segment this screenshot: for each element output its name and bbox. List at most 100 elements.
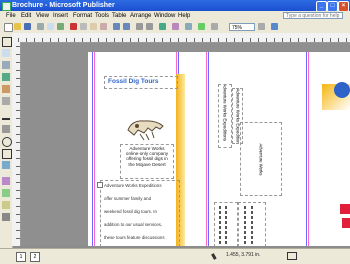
- ruler-tick: [250, 38, 251, 42]
- insert-hyperlink-icon[interactable]: [159, 23, 166, 30]
- ruler-tick: [130, 38, 131, 42]
- print-icon[interactable]: [37, 23, 44, 30]
- menu-insert[interactable]: Insert: [53, 12, 68, 20]
- hot-spot-icon[interactable]: [2, 177, 10, 185]
- wordart-icon[interactable]: [2, 73, 10, 81]
- body-line: offer summer family and: [104, 196, 152, 201]
- horizontal-ruler[interactable]: [12, 33, 350, 43]
- ruler-tick: [16, 238, 20, 239]
- text-overflow-indicator[interactable]: [97, 182, 103, 188]
- html-fragment-icon[interactable]: [2, 201, 10, 209]
- ruler-tick: [16, 158, 20, 159]
- form-control-icon[interactable]: [2, 189, 10, 197]
- ruler-tick: [170, 38, 171, 42]
- columns-icon[interactable]: [172, 23, 179, 30]
- ruler-tick: [258, 38, 259, 42]
- print-preview-icon[interactable]: [47, 23, 54, 30]
- page-1-button[interactable]: 1: [16, 252, 26, 262]
- picture-frame-icon[interactable]: [2, 85, 10, 93]
- help-search-input[interactable]: Type a question for help: [283, 12, 343, 19]
- rotated-text: Adventure Works Expeditions: [222, 84, 228, 142]
- document-workspace[interactable]: Fossil Dig Tours Adventure Works online-…: [21, 43, 350, 246]
- menu-format[interactable]: Format: [73, 12, 92, 20]
- ruler-tick: [16, 62, 20, 63]
- ruler-tick: [242, 38, 243, 42]
- paste-icon[interactable]: [90, 23, 97, 30]
- line-icon[interactable]: [2, 113, 10, 120]
- cut-icon[interactable]: [70, 23, 77, 30]
- ruler-tick: [34, 38, 35, 42]
- ruler-tick: [16, 190, 20, 191]
- menu-tools[interactable]: Tools: [95, 12, 109, 20]
- address-frame[interactable]: Adventure Works: [240, 122, 282, 196]
- clip-art-icon[interactable]: [2, 97, 10, 105]
- design-gallery-icon[interactable]: [2, 213, 10, 221]
- heading-frame[interactable]: Fossil Dig Tours: [104, 76, 178, 89]
- open-icon[interactable]: [14, 23, 21, 30]
- margin-guide: [92, 52, 93, 246]
- menu-view[interactable]: View: [36, 12, 49, 20]
- spelling-icon[interactable]: [57, 23, 64, 30]
- select-pointer-icon[interactable]: [2, 37, 12, 47]
- ruler-tick: [16, 198, 20, 199]
- ruler-tick: [282, 38, 283, 42]
- menu-arrange[interactable]: Arrange: [130, 12, 151, 20]
- rotated-text-frame[interactable]: Adventure Works Expeditions: [218, 84, 232, 148]
- cover-artwork[interactable]: [322, 82, 350, 110]
- send-to-back-icon[interactable]: [146, 23, 153, 30]
- help-icon[interactable]: [271, 23, 278, 30]
- cursor-position: 1.455, 3.791 in.: [226, 252, 261, 258]
- ruler-tick: [16, 150, 20, 151]
- undo-icon[interactable]: [113, 23, 120, 30]
- ruler-tick: [234, 38, 235, 42]
- ruler-tick: [90, 38, 91, 42]
- title-bar: Brochure - Microsoft Publisher _ □ ×: [0, 0, 350, 12]
- page-2-button[interactable]: 2: [30, 252, 40, 262]
- ruler-tick: [290, 38, 291, 42]
- ruler-tick: [16, 134, 20, 135]
- ruler-tick: [50, 38, 51, 42]
- format-painter-icon[interactable]: [100, 23, 107, 30]
- picture-icon[interactable]: [198, 23, 205, 30]
- ruler-tick: [202, 38, 203, 42]
- column-guide: [208, 52, 209, 246]
- autoshapes-icon[interactable]: [2, 161, 10, 169]
- text-box-icon[interactable]: [2, 49, 10, 57]
- copy-icon[interactable]: [80, 23, 87, 30]
- arrow-icon[interactable]: [2, 125, 10, 133]
- zoom-out-icon[interactable]: [211, 23, 218, 30]
- insert-table-icon[interactable]: [2, 61, 10, 69]
- oval-icon[interactable]: [2, 137, 12, 147]
- status-bar: 1 2 1.455, 3.791 in.: [0, 248, 350, 264]
- save-icon[interactable]: [24, 23, 31, 30]
- zoom-in-icon[interactable]: [258, 23, 265, 30]
- ruler-tick: [16, 126, 20, 127]
- bring-to-front-icon[interactable]: [136, 23, 143, 30]
- body-text-frame[interactable]: Adventure Works Expeditions offer summer…: [97, 180, 180, 246]
- new-icon[interactable]: [4, 23, 13, 32]
- zoom-select[interactable]: 75%: [229, 23, 255, 31]
- redo-icon[interactable]: [123, 23, 130, 30]
- ruler-tick: [16, 54, 20, 55]
- caption-frame[interactable]: Adventure Works online-only company offe…: [120, 144, 174, 179]
- ruler-tick: [314, 38, 315, 42]
- address-text: Adventure Works: [258, 143, 264, 176]
- ruler-tick: [16, 102, 20, 103]
- column-guide: [306, 52, 307, 246]
- vertical-ruler[interactable]: [12, 42, 21, 246]
- menu-table[interactable]: Table: [112, 12, 126, 20]
- ruler-tick: [16, 78, 20, 79]
- ruler-tick: [98, 38, 99, 42]
- menu-file[interactable]: File: [6, 12, 16, 20]
- fossil-skull-picture[interactable]: [126, 116, 166, 142]
- menu-edit[interactable]: Edit: [21, 12, 31, 20]
- table-icon[interactable]: [185, 23, 192, 30]
- ruler-tick: [16, 110, 20, 111]
- menu-window[interactable]: Window: [154, 12, 175, 20]
- cover-title-fragment[interactable]: [338, 202, 350, 232]
- ruler-tick: [226, 38, 227, 42]
- menu-help[interactable]: Help: [178, 12, 190, 20]
- brochure-page[interactable]: Fossil Dig Tours Adventure Works online-…: [88, 52, 350, 246]
- ruler-tick: [16, 222, 20, 223]
- rectangle-icon[interactable]: [2, 149, 12, 159]
